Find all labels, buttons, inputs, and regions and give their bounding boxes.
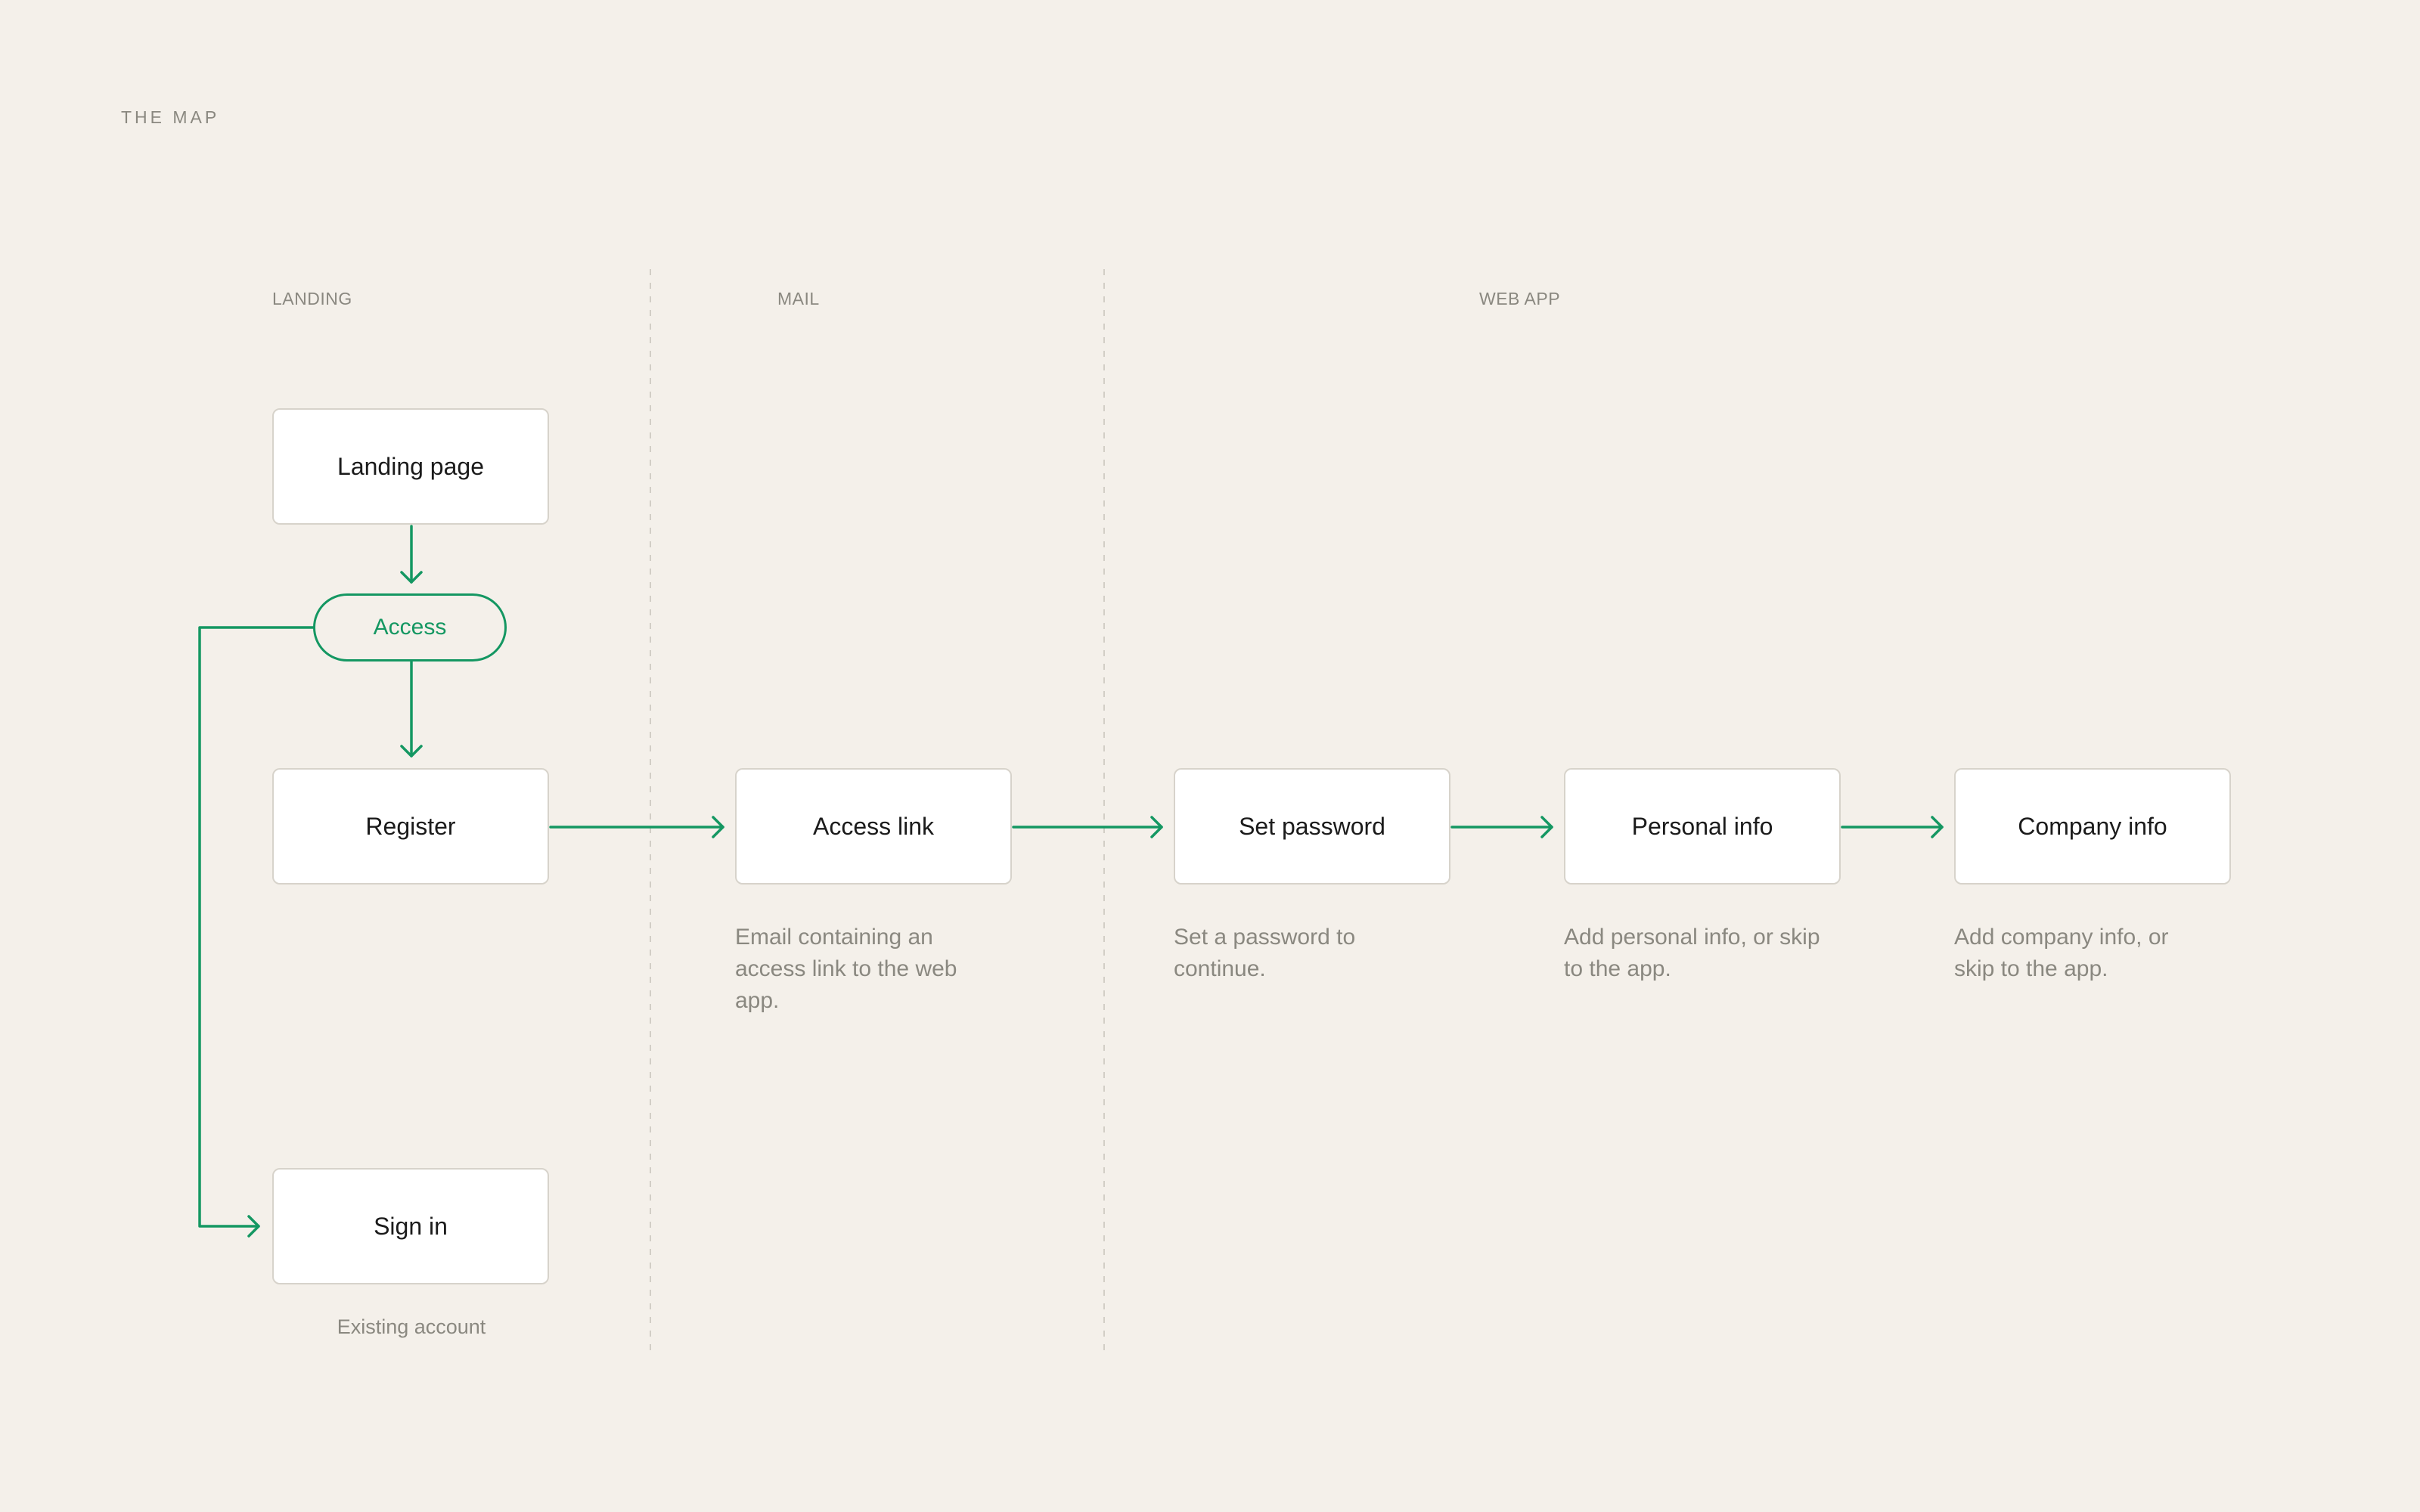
personal-info-description: Add personal info, or skip to the app. <box>1564 925 1820 981</box>
node-sign-in[interactable]: Sign in <box>272 1168 549 1284</box>
arrow-access-to-sign-in <box>198 626 315 1238</box>
access-link-description: Email containing an access link to the w… <box>735 925 957 1013</box>
sign-in-description: Existing account <box>337 1315 486 1338</box>
arrow-landing-to-access <box>400 525 423 584</box>
flow-connectors <box>198 269 1944 1353</box>
arrow-access-link-to-set-password <box>1012 816 1163 838</box>
set-password-description: Set a password to continue. <box>1174 925 1356 981</box>
node-label: Landing page <box>337 452 484 480</box>
arrow-set-password-to-personal-info <box>1450 816 1553 838</box>
decision-access[interactable]: Access <box>313 593 507 662</box>
node-company-info[interactable]: Company info <box>1954 768 2231 885</box>
arrow-register-to-access-link <box>549 816 724 838</box>
arrow-access-to-register <box>400 660 423 758</box>
node-set-password[interactable]: Set password <box>1174 768 1450 885</box>
node-label: Company info <box>2018 812 2167 840</box>
node-register[interactable]: Register <box>272 768 549 885</box>
node-label: Access link <box>812 812 935 840</box>
node-label: Personal info <box>1631 812 1773 840</box>
node-personal-info[interactable]: Personal info <box>1564 768 1841 885</box>
node-landing-page[interactable]: Landing page <box>272 408 549 525</box>
node-label: Register <box>365 812 456 840</box>
decision-label: Access <box>373 615 447 640</box>
node-label: Set password <box>1239 812 1385 840</box>
arrow-personal-info-to-company-info <box>1841 816 1944 838</box>
company-info-description: Add company info, or skip to the app. <box>1954 925 2169 981</box>
node-label: Sign in <box>374 1212 448 1240</box>
node-access-link[interactable]: Access link <box>735 768 1012 885</box>
